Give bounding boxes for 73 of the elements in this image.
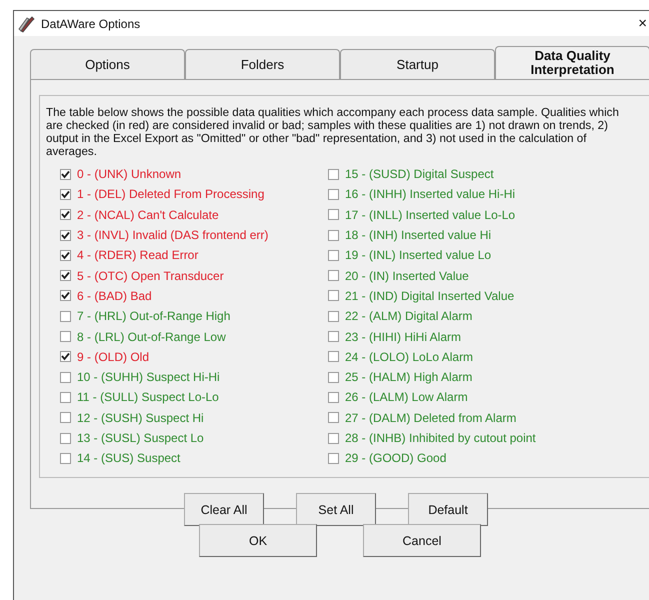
quality-label: 12 - (SUSH) Suspect Hi (77, 410, 204, 425)
window-title: DatAWare Options (41, 16, 140, 30)
quality-label: 14 - (SUS) Suspect (77, 451, 180, 466)
tab[interactable]: Options (30, 49, 185, 79)
checkbox[interactable] (60, 290, 71, 302)
checkbox[interactable] (60, 351, 71, 362)
quality-label: 18 - (INH) Inserted value Hi (345, 228, 492, 242)
checkbox[interactable] (328, 290, 339, 302)
quality-label: 16 - (INHH) Inserted value Hi-Hi (345, 187, 516, 202)
checkbox[interactable] (60, 432, 71, 444)
quality-label: 22 - (ALM) Digital Alarm (345, 309, 472, 324)
quality-label: 26 - (LALM) Low Alarm (345, 390, 468, 404)
quality-label: 3 - (INVL) Invalid (DAS frontend err) (77, 228, 268, 242)
panel-button[interactable]: Set All (296, 493, 376, 526)
checkbox[interactable] (328, 209, 339, 220)
checkbox[interactable] (60, 372, 71, 383)
panel-button[interactable]: Clear All (184, 493, 264, 526)
quality-label: 7 - (HRL) Out-of-Range High (77, 309, 230, 324)
checkbox[interactable] (60, 230, 71, 241)
dialog-button[interactable]: Cancel (363, 524, 481, 557)
checkbox[interactable] (60, 250, 71, 261)
checkbox[interactable] (328, 452, 339, 464)
checkbox[interactable] (328, 392, 339, 403)
tab[interactable]: Startup (340, 49, 495, 79)
tools-icon (18, 14, 36, 32)
quality-label: 25 - (HALM) High Alarm (345, 370, 472, 384)
checkbox[interactable] (60, 412, 71, 424)
checkbox[interactable] (60, 209, 71, 220)
dialog-button[interactable]: OK (199, 524, 317, 557)
checkbox[interactable] (60, 168, 71, 180)
quality-label: 19 - (INL) Inserted value Lo (345, 248, 492, 262)
tab[interactable]: Folders (185, 49, 340, 79)
checkbox[interactable] (60, 310, 71, 322)
checkbox[interactable] (60, 452, 71, 464)
tab[interactable]: Data Quality Interpretation (495, 46, 649, 79)
checkbox[interactable] (328, 230, 339, 241)
quality-label: 1 - (DEL) Deleted From Processing (77, 187, 264, 202)
quality-label: 27 - (DALM) Deleted from Alarm (345, 410, 516, 425)
checkbox[interactable] (328, 188, 339, 200)
checkbox[interactable] (60, 392, 71, 403)
checkbox[interactable] (328, 412, 339, 424)
checkbox[interactable] (60, 188, 71, 200)
quality-label: 23 - (HIHI) HiHi Alarm (345, 330, 462, 344)
quality-label: 15 - (SUSD) Digital Suspect (345, 167, 494, 182)
quality-label: 11 - (SULL) Suspect Lo-Lo (77, 390, 219, 404)
quality-label: 17 - (INLL) Inserted value Lo-Lo (345, 208, 516, 222)
checkbox[interactable] (60, 331, 71, 342)
checkbox[interactable] (328, 351, 339, 362)
quality-label: 8 - (LRL) Out-of-Range Low (77, 330, 226, 344)
checkbox[interactable] (328, 270, 339, 282)
quality-label: 5 - (OTC) Open Transducer (77, 268, 224, 283)
checkbox[interactable] (328, 331, 339, 342)
close-button[interactable]: × (638, 15, 647, 32)
quality-label: 9 - (OLD) Old (77, 350, 150, 364)
quality-label: 24 - (LOLO) LoLo Alarm (345, 350, 474, 364)
quality-label: 13 - (SUSL) Suspect Lo (77, 431, 204, 445)
quality-label: 10 - (SUHH) Suspect Hi-Hi (77, 370, 220, 384)
checkbox[interactable] (328, 432, 339, 444)
quality-label: 21 - (IND) Digital Inserted Value (345, 288, 514, 303)
description-text: The table below shows the possible data qualities which accompany each process data sample. Qualities which are checked (in red) are considered invalid or bad; samples with these qualities are 1) not drawn on trends, 2) output in the Excel Export as "Omitted" or other "bad" representation, and 3) not used in the calculation of averages. (46, 106, 620, 158)
quality-label: 2 - (NCAL) Can't Calculate (77, 208, 219, 222)
checkbox[interactable] (328, 168, 339, 180)
checkbox[interactable] (60, 270, 71, 282)
checkbox[interactable] (328, 372, 339, 383)
checkbox[interactable] (328, 310, 339, 322)
quality-label: 4 - (RDER) Read Error (77, 248, 198, 262)
quality-label: 0 - (UNK) Unknown (77, 167, 182, 182)
panel-button[interactable]: Default (408, 493, 488, 526)
quality-label: 20 - (IN) Inserted Value (345, 268, 469, 283)
quality-label: 28 - (INHB) Inhibited by cutout point (345, 431, 536, 445)
quality-label: 6 - (BAD) Bad (77, 288, 152, 303)
checkbox[interactable] (328, 250, 339, 261)
quality-label: 29 - (GOOD) Good (345, 451, 446, 466)
